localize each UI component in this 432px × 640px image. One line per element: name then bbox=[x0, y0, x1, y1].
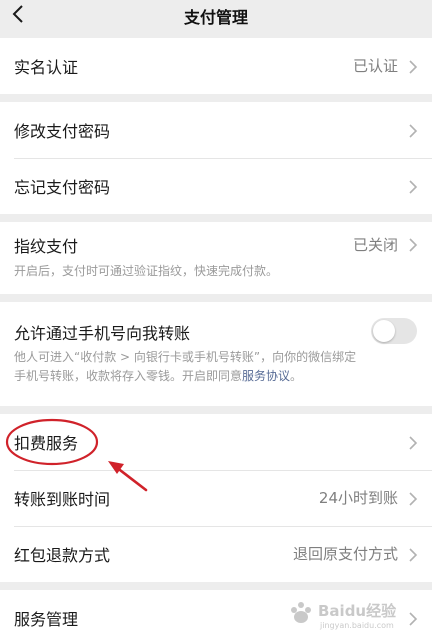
realname-label: 实名认证 bbox=[14, 58, 79, 77]
change-password-label: 修改支付密码 bbox=[14, 122, 111, 141]
chevron-right-icon bbox=[409, 180, 418, 194]
group-realname: 实名认证 已认证 bbox=[0, 38, 432, 94]
toggle-knob bbox=[373, 320, 395, 342]
baidu-jingyan-watermark: Baidu经验 jingyan.baidu.com bbox=[291, 602, 397, 630]
redpacket-refund-value: 退回原支付方式 bbox=[292, 545, 398, 563]
fingerprint-label: 指纹支付 bbox=[14, 237, 79, 256]
transfer-time-value: 24小时到账 bbox=[318, 489, 398, 507]
realname-status: 已认证 bbox=[352, 57, 398, 75]
service-manage-label: 服务管理 bbox=[14, 610, 79, 629]
row-transfer-time[interactable]: 转账到账时间 24小时到账 bbox=[0, 470, 432, 526]
row-deduction-service[interactable]: 扣费服务 bbox=[0, 414, 432, 470]
phone-transfer-description: 他人可进入“收付款 > 向银行卡或手机号转账”，向你的微信绑定 手机号转账，收款… bbox=[14, 348, 416, 386]
service-agreement-link[interactable]: 服务协议 bbox=[242, 369, 290, 383]
row-change-password[interactable]: 修改支付密码 bbox=[0, 102, 432, 158]
nav-bar: 支付管理 bbox=[0, 0, 432, 30]
fingerprint-description: 开启后，支付时可通过验证指纹，快速完成付款。 bbox=[14, 264, 279, 278]
svg-text:jingyan.baidu.com: jingyan.baidu.com bbox=[319, 621, 394, 630]
page-title: 支付管理 bbox=[183, 8, 248, 27]
chevron-right-icon bbox=[409, 548, 418, 562]
phone-transfer-desc-prefix: 手机号转账，收款将存入零钱。开启即同意 bbox=[14, 369, 243, 383]
deduction-label: 扣费服务 bbox=[14, 434, 79, 453]
group-fingerprint: 指纹支付 已关闭 开启后，支付时可通过验证指纹，快速完成付款。 bbox=[0, 222, 432, 294]
phone-transfer-desc-suffix: 。 bbox=[290, 369, 303, 383]
phone-transfer-label: 允许通过手机号向我转账 bbox=[14, 324, 191, 343]
row-realname[interactable]: 实名认证 已认证 bbox=[0, 38, 432, 94]
row-redpacket-refund[interactable]: 红包退款方式 退回原支付方式 bbox=[0, 526, 432, 582]
row-fingerprint[interactable]: 指纹支付 已关闭 bbox=[0, 222, 432, 266]
group-services: 扣费服务 转账到账时间 24小时到账 红包退款方式 退回原支付方式 bbox=[0, 414, 432, 582]
group-password: 修改支付密码 忘记支付密码 bbox=[0, 102, 432, 214]
forgot-password-label: 忘记支付密码 bbox=[14, 178, 111, 197]
redpacket-refund-label: 红包退款方式 bbox=[14, 546, 111, 565]
phone-transfer-desc-line2: 手机号转账，收款将存入零钱。开启即同意服务协议。 bbox=[14, 367, 416, 386]
chevron-right-icon bbox=[409, 492, 418, 506]
phone-transfer-desc-line1: 他人可进入“收付款 > 向银行卡或手机号转账”，向你的微信绑定 bbox=[14, 350, 357, 364]
transfer-time-label: 转账到账时间 bbox=[14, 490, 111, 509]
phone-transfer-toggle[interactable] bbox=[371, 318, 417, 344]
chevron-right-icon bbox=[409, 436, 418, 450]
fingerprint-status: 已关闭 bbox=[352, 236, 398, 254]
chevron-right-icon bbox=[409, 60, 418, 74]
row-forgot-password[interactable]: 忘记支付密码 bbox=[0, 158, 432, 214]
chevron-right-icon bbox=[409, 124, 418, 138]
svg-text:Baidu经验: Baidu经验 bbox=[318, 602, 397, 620]
chevron-right-icon bbox=[409, 238, 418, 252]
group-phone-transfer: 允许通过手机号向我转账 他人可进入“收付款 > 向银行卡或手机号转账”，向你的微… bbox=[0, 302, 432, 406]
